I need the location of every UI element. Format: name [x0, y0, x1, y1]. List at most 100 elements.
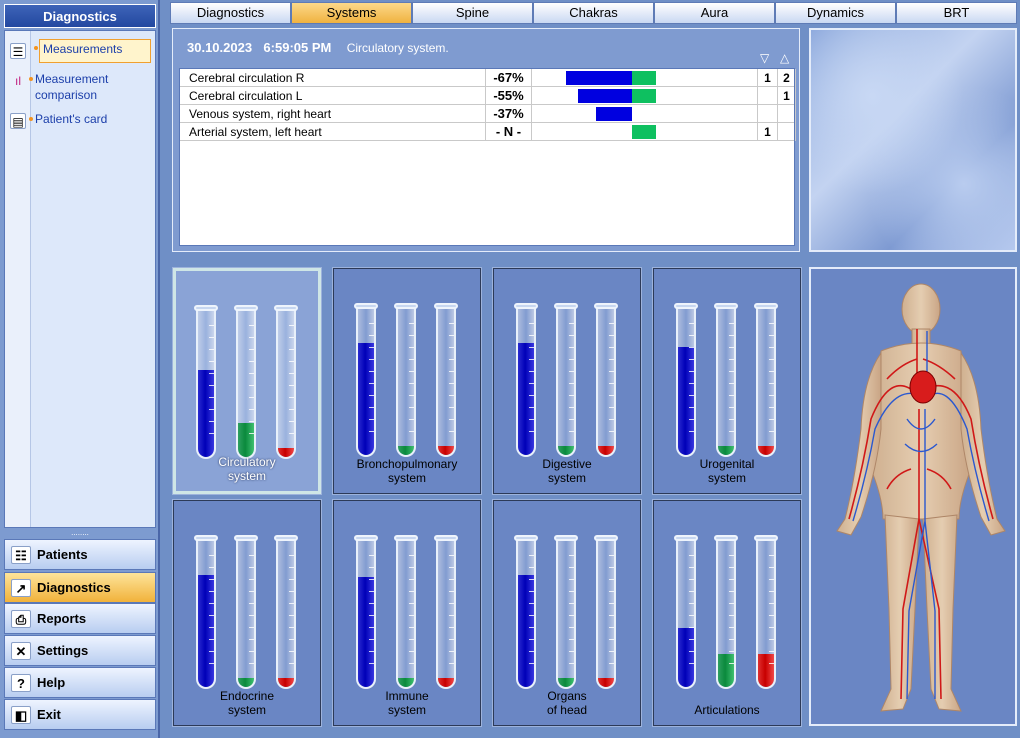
system-name-line2: system — [547, 471, 586, 485]
tab-aura[interactable]: Aura — [654, 2, 775, 24]
test-tube-blue — [514, 303, 538, 457]
system-card-label: Endocrine system — [174, 689, 320, 717]
test-tube-blue — [674, 535, 698, 689]
row-down-count — [758, 105, 778, 123]
sidebar-title: Diagnostics — [4, 4, 156, 28]
nav-diagnostics-label: Diagnostics — [37, 580, 111, 595]
tube-fill-level — [558, 678, 574, 687]
system-card[interactable]: Urogenital system — [652, 267, 802, 495]
help-icon: ? — [11, 674, 31, 692]
system-card[interactable]: Circulatory system — [172, 267, 322, 495]
tab-dynamics[interactable]: Dynamics — [775, 2, 896, 24]
test-tube-green — [554, 303, 578, 457]
system-card-label: Digestive system — [494, 457, 640, 485]
measurement-table: Cerebral circulation R -67% 1 2 Cerebral cir… — [179, 68, 796, 246]
system-name-line2: of head — [546, 703, 588, 717]
heart-shape — [909, 370, 937, 404]
selected-system-name: Circulatory system. — [346, 41, 449, 55]
system-card[interactable]: Endocrine system — [172, 499, 322, 727]
nav-exit-label: Exit — [37, 707, 61, 722]
test-tube-red — [434, 303, 458, 457]
nav-diagnostics[interactable]: ↗ Diagnostics — [4, 572, 156, 603]
tab-bar: Diagnostics Systems Spine Chakras Aura D… — [170, 2, 1018, 24]
nav-patients-label: Patients — [37, 547, 88, 562]
tube-fill-level — [598, 678, 614, 687]
positive-bar — [632, 125, 656, 139]
row-name: Venous system, right heart — [180, 105, 486, 123]
tube-fill-level — [718, 446, 734, 455]
table-row[interactable]: Cerebral circulation R -67% 1 2 — [180, 69, 796, 87]
test-tube-blue — [194, 305, 218, 459]
row-percent: -37% — [486, 105, 532, 123]
system-card[interactable]: Articulations — [652, 499, 802, 727]
row-up-count — [778, 123, 796, 141]
row-bar — [532, 123, 758, 141]
system-card[interactable]: Digestive system — [492, 267, 642, 495]
table-row[interactable]: Arterial system, left heart - N - 1 — [180, 123, 796, 141]
tube-fill-level — [438, 446, 454, 455]
tab-chakras[interactable]: Chakras — [533, 2, 654, 24]
row-down-count — [758, 87, 778, 105]
nav-reports[interactable]: ⎙ Reports — [4, 603, 156, 634]
tube-fill-level — [398, 678, 414, 687]
negative-bar — [596, 107, 632, 121]
sidebar-icon-column: ☰ ıl ▤ — [5, 31, 31, 527]
table-row[interactable]: Venous system, right heart -37% — [180, 105, 796, 123]
tab-diagnostics[interactable]: Diagnostics — [170, 2, 291, 24]
measurements-icon[interactable]: ☰ — [10, 43, 26, 59]
test-tube-green — [714, 303, 738, 457]
system-name-line2: system — [707, 471, 746, 485]
sidebar: Diagnostics ☰ ıl ▤ Measurements Measurem… — [0, 0, 160, 738]
system-card-label: Immune system — [334, 689, 480, 717]
row-name: Arterial system, left heart — [180, 123, 486, 141]
nav-help-label: Help — [37, 675, 66, 690]
test-tube-red — [754, 535, 778, 689]
body-figure-panel — [809, 267, 1017, 726]
system-name-line1: Circulatory — [218, 455, 276, 469]
sidebar-link-measurement-comparison[interactable]: Measurement comparison — [29, 71, 147, 103]
test-tube-green — [554, 535, 578, 689]
tab-systems[interactable]: Systems — [291, 2, 412, 24]
tab-brt[interactable]: BRT — [896, 2, 1017, 24]
system-name-line1: Urogenital — [699, 457, 755, 471]
nav-help[interactable]: ? Help — [4, 667, 156, 698]
up-arrow-icon[interactable]: △ — [780, 51, 789, 65]
sidebar-link-patients-card[interactable]: Patient's card — [29, 111, 147, 127]
comparison-icon[interactable]: ıl — [10, 73, 26, 89]
test-tube-blue — [514, 535, 538, 689]
test-tube-red — [434, 535, 458, 689]
system-card-label: Articulations — [654, 703, 800, 717]
tube-fill-level — [278, 678, 294, 687]
test-tube-red — [594, 303, 618, 457]
row-name: Cerebral circulation R — [180, 69, 486, 87]
system-name-line1: Digestive — [542, 457, 592, 471]
system-card[interactable]: Immune system — [332, 499, 482, 727]
sidebar-link-measurements[interactable]: Measurements — [34, 39, 151, 63]
tube-fill-level — [438, 678, 454, 687]
nav-exit[interactable]: ◧ Exit — [4, 699, 156, 730]
test-tube-red — [274, 535, 298, 689]
measurement-time: 6:59:05 PM — [263, 40, 332, 55]
tube-fill-level — [558, 446, 574, 455]
system-card[interactable]: Bronchopulmonary system — [332, 267, 482, 495]
settings-icon: ✕ — [11, 642, 31, 660]
tab-spine[interactable]: Spine — [412, 2, 533, 24]
table-row[interactable]: Cerebral circulation L -55% 1 — [180, 87, 796, 105]
down-arrow-icon[interactable]: ▽ — [760, 51, 769, 65]
row-bar — [532, 87, 758, 105]
row-down-count: 1 — [758, 123, 778, 141]
system-card-label: Urogenital system — [654, 457, 800, 485]
table-empty-row — [180, 141, 794, 159]
positive-bar — [632, 89, 656, 103]
system-name-line1: Immune — [385, 689, 429, 703]
system-name-line2: system — [387, 703, 426, 717]
patient-card-icon[interactable]: ▤ — [10, 113, 26, 129]
system-card[interactable]: Organs of head — [492, 499, 642, 727]
tube-fill-level — [758, 446, 774, 455]
nav-settings[interactable]: ✕ Settings — [4, 635, 156, 666]
splitter-grip[interactable]: ........ — [4, 529, 156, 538]
nav-patients[interactable]: ☷ Patients — [4, 539, 156, 570]
nav-reports-label: Reports — [37, 611, 87, 626]
system-card-label: Organs of head — [494, 689, 640, 717]
test-tube-red — [594, 535, 618, 689]
